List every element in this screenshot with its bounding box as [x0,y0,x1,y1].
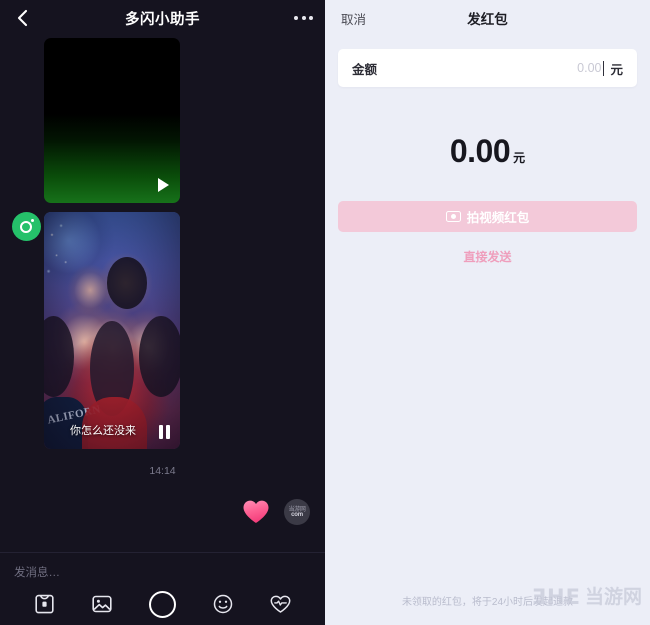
record-video-red-packet-label: 拍视频红包 [466,211,530,225]
chat-panel: 多闪小助手 你怎么还没来 14:14 当游网 com 发消息… [0,0,325,625]
reaction-row: 当游网 com [0,499,325,525]
message-list: ALIFORN 你怎么还没来 14:14 [0,36,325,553]
video-message-thumbnail[interactable] [44,38,180,203]
back-icon[interactable] [12,8,32,28]
amount-unit: 元 [610,62,623,77]
avatar[interactable]: 当游网 com [284,499,310,525]
avatar-watermark-bottom: com [291,512,303,518]
image-icon[interactable] [89,591,115,617]
amount-display: 0.00 元 [325,133,650,170]
more-horizontal-icon[interactable] [294,16,313,20]
chat-navbar: 多闪小助手 [0,0,325,36]
dot [294,16,298,20]
message-timestamp: 14:14 [149,465,176,477]
message-item [0,36,325,203]
avatar-slot [10,212,42,241]
video-poster-image: ALIFORN [44,212,180,449]
amount-input-group[interactable]: 0.00 元 [577,59,623,78]
dot [301,16,306,20]
dot [309,16,313,20]
pause-bar [166,425,170,439]
pause-bar [159,425,163,439]
heart-icon[interactable] [267,591,293,617]
chat-title: 多闪小助手 [125,11,200,28]
red-packet-icon[interactable] [32,591,58,617]
play-icon[interactable] [158,178,169,192]
message-item: ALIFORN 你怎么还没来 [0,212,325,449]
dual-pane-screenshot: 多闪小助手 你怎么还没来 14:14 当游网 com 发消息… 取消 发红包 金… [0,0,650,625]
amount-label: 金额 [352,62,378,77]
camera-icon [445,211,461,222]
record-video-red-packet-button[interactable]: 拍视频红包 [338,201,637,232]
direct-send-link[interactable]: 直接发送 [325,248,650,265]
text-caret [603,60,605,76]
message-composer: 发消息… [0,552,325,625]
shutter-icon[interactable] [146,588,178,620]
emoji-icon[interactable] [210,591,236,617]
cancel-button[interactable]: 取消 [341,9,366,28]
pause-icon[interactable] [159,425,170,439]
composer-toolbar [0,580,325,620]
amount-input[interactable]: 0.00 [577,61,601,75]
message-input[interactable]: 发消息… [0,553,325,580]
shutter-ring [148,590,176,618]
refund-note: 未领取的红包，将于24小时后发起退款 [401,597,574,608]
avatar[interactable] [11,212,41,241]
heart-sticker-icon[interactable] [242,499,270,525]
ring-icon [20,220,32,233]
video-message-thumbnail[interactable]: ALIFORN 你怎么还没来 [44,212,180,449]
page-title: 发红包 [467,12,508,27]
amount-currency: 元 [513,151,526,165]
red-packet-navbar: 取消 发红包 [325,0,650,36]
camera-lens [450,214,456,219]
amount-value: 0.00 [449,133,511,169]
vignette-overlay [44,212,180,449]
amount-field[interactable]: 金额 0.00 元 [338,49,637,87]
red-packet-panel: 取消 发红包 金额 0.00 元 0.00 元 拍视频红包 直接发送 未领取的红包… [325,0,650,625]
dot-icon [30,219,34,222]
